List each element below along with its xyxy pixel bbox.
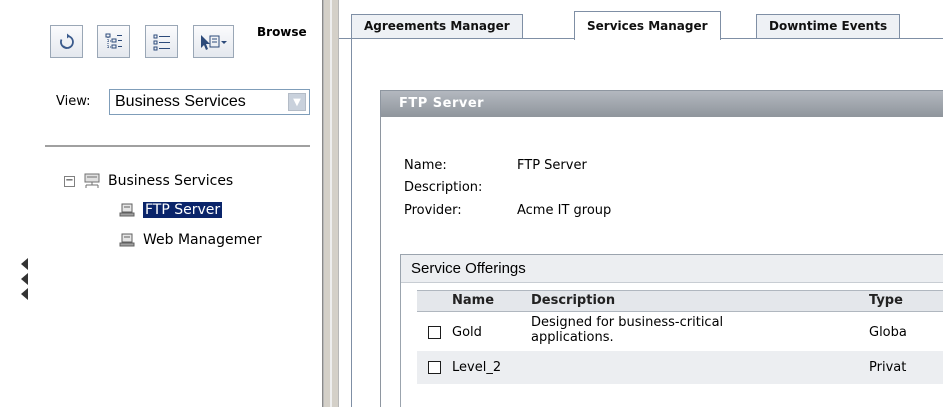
divider	[45, 145, 310, 147]
tree-node-label: Business Services	[108, 173, 234, 189]
service-offerings-box: Service Offerings Name Description Type …	[400, 254, 943, 407]
name-value: FTP Server	[517, 158, 587, 173]
service-offerings-title: Service Offerings	[401, 255, 943, 283]
offerings-table-header: Name Description Type	[417, 290, 943, 312]
tab-services-manager[interactable]: Services Manager	[574, 11, 721, 40]
column-header-description[interactable]: Description	[531, 293, 615, 308]
provider-label: Provider:	[404, 203, 462, 218]
tab-strip: Agreements Manager Services Manager Down…	[339, 0, 943, 40]
pane-splitter[interactable]	[323, 0, 339, 407]
collapse-icon[interactable]: −	[64, 175, 75, 187]
name-label: Name:	[404, 158, 447, 173]
row-checkbox[interactable]	[428, 361, 441, 374]
hierarchy-view-button[interactable]	[97, 25, 130, 58]
offering-name: Level_2	[452, 360, 502, 375]
offering-type: Globa	[869, 325, 907, 340]
tab-downtime-events[interactable]: Downtime Events	[756, 14, 901, 39]
list-view-icon	[153, 34, 170, 50]
row-checkbox[interactable]	[428, 326, 441, 339]
offering-description-line2: applications.	[531, 330, 614, 345]
chevron-down-icon[interactable]: ▼	[288, 93, 306, 111]
tree-view-icon	[105, 33, 122, 48]
service-details-panel: FTP Server Name: FTP Server Description:…	[380, 90, 943, 407]
service-icon	[119, 203, 135, 217]
browse-label: Browse	[257, 25, 307, 39]
provider-value: Acme IT group	[517, 203, 612, 218]
offering-description-line1: Designed for business-critical	[531, 315, 724, 330]
splitter-grip	[330, 0, 332, 407]
service-icon	[119, 233, 135, 247]
tree-node-business-services[interactable]: − Business Services	[64, 173, 233, 189]
new-item-dropdown-icon	[200, 34, 227, 50]
tab-agreements-manager[interactable]: Agreements Manager	[351, 14, 523, 39]
new-item-menu-button[interactable]	[193, 25, 234, 58]
tree-node-label: Web Managemer	[143, 232, 262, 248]
table-row[interactable]: Level_2 Privat	[417, 351, 943, 384]
column-header-name[interactable]: Name	[452, 293, 494, 308]
list-view-button[interactable]	[145, 25, 178, 58]
view-select[interactable]: Business Services ▼	[109, 89, 310, 115]
tree-node-ftp-server[interactable]: FTP Server	[118, 202, 223, 218]
tree-node-web-management[interactable]: Web Managemer	[118, 232, 262, 248]
view-select-value: Business Services	[115, 93, 246, 110]
offering-type: Privat	[869, 360, 907, 375]
tree-node-label: FTP Server	[143, 202, 223, 218]
column-header-type[interactable]: Type	[869, 293, 903, 308]
left-navigation-pane: Browse View: Business Services ▼ − Busin…	[0, 0, 323, 407]
view-label: View:	[56, 94, 91, 109]
collapse-pane-icon[interactable]	[21, 258, 29, 302]
business-services-icon	[84, 173, 100, 188]
panel-title: FTP Server	[381, 91, 943, 117]
refresh-button[interactable]	[50, 25, 83, 58]
main-content-pane: Agreements Manager Services Manager Down…	[339, 0, 943, 407]
table-row[interactable]: Gold Designed for business-critical appl…	[417, 314, 943, 351]
description-label: Description:	[404, 180, 483, 195]
refresh-icon	[59, 33, 74, 49]
offering-name: Gold	[452, 325, 482, 340]
